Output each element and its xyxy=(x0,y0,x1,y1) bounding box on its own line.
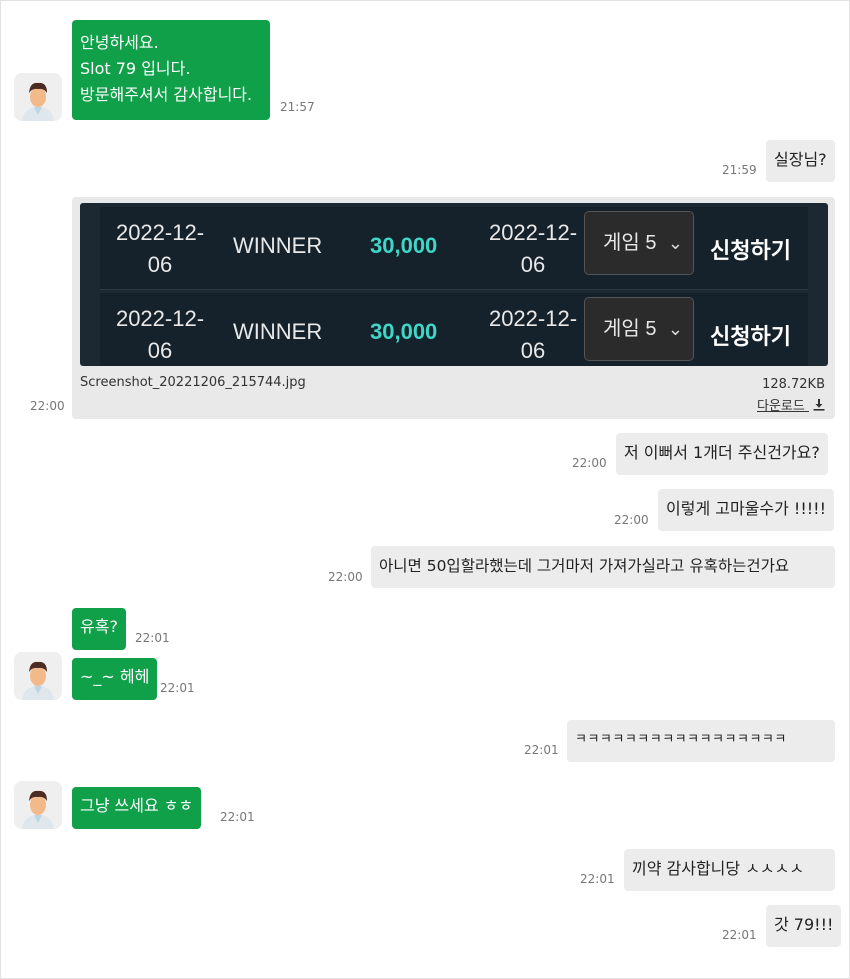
person-icon xyxy=(14,652,62,700)
select-value: 게임 5 xyxy=(603,232,657,254)
person-icon xyxy=(14,73,62,121)
game-select: 게임 5 ⌄ xyxy=(584,297,694,361)
message-time: 22:00 xyxy=(614,513,649,527)
message-time: 22:01 xyxy=(160,681,195,695)
message-time: 22:01 xyxy=(135,631,170,645)
date-cell: 2022-12- 06 xyxy=(105,303,215,366)
date-text: 2022-12- 06 xyxy=(488,306,578,363)
date-text: 2022-12- 06 xyxy=(115,306,205,363)
message-line: 방문해주셔서 감사합니다. xyxy=(80,85,253,104)
avatar[interactable] xyxy=(14,652,62,700)
attachment-image[interactable]: 2022-12- 06 WINNER 30,000 2022-12- 06 게임 5… xyxy=(80,203,828,366)
avatar[interactable] xyxy=(14,73,62,121)
message-time: 21:59 xyxy=(722,163,757,177)
outgoing-message[interactable]: 저 이뻐서 1개더 주신건가요? xyxy=(616,433,828,475)
download-icon xyxy=(813,399,825,414)
download-link[interactable]: 다운로드 xyxy=(757,395,825,414)
message-line: 안녕하세요. xyxy=(80,33,159,52)
table-row: 2022-12- 06 WINNER 30,000 2022-12- 06 게임 5… xyxy=(100,293,808,366)
game-select: 게임 5 ⌄ xyxy=(584,211,694,275)
message-time: 22:01 xyxy=(524,743,559,757)
outgoing-message[interactable]: 아니면 50입할라했는데 그거마저 가져가실라고 유혹하는건가요 xyxy=(371,546,835,588)
name-cell: WINNER xyxy=(233,233,323,258)
outgoing-message[interactable]: ㅋㅋㅋㅋㅋㅋㅋㅋㅋㅋㅋㅋㅋㅋㅋㅋㅋ xyxy=(567,720,835,762)
date-cell: 2022-12- 06 xyxy=(105,217,215,281)
message-time: 22:00 xyxy=(572,456,607,470)
image-attachment[interactable]: 2022-12- 06 WINNER 30,000 2022-12- 06 게임 5… xyxy=(72,197,835,419)
outgoing-message[interactable]: 이렇게 고마울수가 !!!!! xyxy=(658,489,835,531)
apply-label: 신청하기 xyxy=(710,324,791,349)
chevron-down-icon: ⌄ xyxy=(667,319,683,339)
message-time: 22:01 xyxy=(580,872,615,886)
incoming-message[interactable]: 그냥 쓰세요 ㅎㅎ xyxy=(72,787,202,829)
name-cell: WINNER xyxy=(233,319,323,344)
select-value: 게임 5 xyxy=(603,318,657,340)
download-label: 다운로드 xyxy=(757,399,805,414)
incoming-message[interactable]: 유혹? xyxy=(72,608,126,650)
message-time: 22:01 xyxy=(220,810,255,824)
outgoing-message[interactable]: 실장님? xyxy=(766,140,835,182)
date-cell: 2022-12- 06 xyxy=(478,217,588,281)
apply-label: 신청하기 xyxy=(710,238,791,263)
amount-cell: 30,000 xyxy=(370,319,438,344)
message-time: 22:00 xyxy=(328,570,363,584)
table-row: 2022-12- 06 WINNER 30,000 2022-12- 06 게임 5… xyxy=(100,207,808,290)
file-size: 128.72KB xyxy=(762,377,825,392)
amount-cell: 30,000 xyxy=(370,233,438,258)
date-text: 2022-12- 06 xyxy=(115,220,205,277)
file-name: Screenshot_20221206_215744.jpg xyxy=(80,375,306,390)
outgoing-message[interactable]: 갓 79!!! xyxy=(766,905,842,947)
message-line: Slot 79 입니다. xyxy=(80,59,191,78)
message-time: 22:00 xyxy=(30,399,65,413)
date-text: 2022-12- 06 xyxy=(488,220,578,277)
message-time: 21:57 xyxy=(280,100,315,114)
outgoing-message[interactable]: 끼약 감사합니당 ㅅㅅㅅㅅ xyxy=(624,849,835,891)
message-time: 22:01 xyxy=(722,928,757,942)
incoming-message[interactable]: 안녕하세요. Slot 79 입니다. 방문해주셔서 감사합니다. xyxy=(72,20,270,120)
avatar[interactable] xyxy=(14,781,62,829)
person-icon xyxy=(14,781,62,829)
incoming-message[interactable]: ~_~ 헤헤 xyxy=(72,658,158,700)
chevron-down-icon: ⌄ xyxy=(667,233,683,253)
date-cell: 2022-12- 06 xyxy=(478,303,588,366)
